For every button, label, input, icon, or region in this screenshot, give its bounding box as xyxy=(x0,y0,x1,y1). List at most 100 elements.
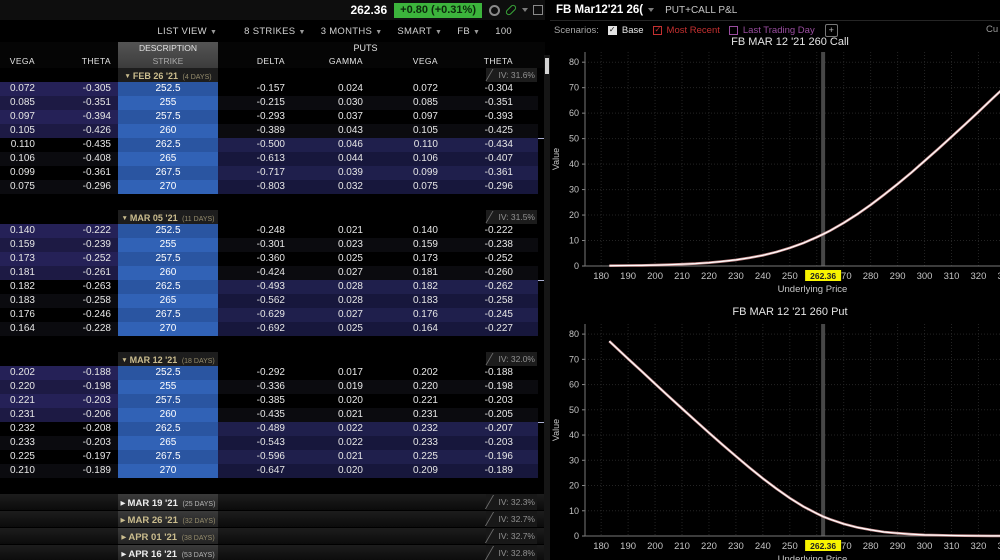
expand-icon[interactable] xyxy=(533,5,543,15)
option-row[interactable]: 0.085 -0.351 255 -0.215 0.030 0.085 -0.351 xyxy=(0,96,545,110)
strike-cell[interactable]: 252.5 xyxy=(118,366,218,380)
strike-cell[interactable]: 255 xyxy=(118,96,218,110)
strike-cell[interactable]: 260 xyxy=(118,124,218,138)
exchange-dropdown[interactable]: SMART ▼ xyxy=(397,26,442,37)
option-row[interactable]: 0.110 -0.435 262.5 -0.500 0.046 0.110 -0.434 xyxy=(0,138,545,152)
option-row[interactable]: 0.181 -0.261 260 -0.424 0.027 0.181 -0.260 xyxy=(0,266,545,280)
option-row[interactable]: 0.173 -0.252 257.5 -0.360 0.025 0.173 -0.252 xyxy=(0,252,545,266)
months-dropdown[interactable]: 3 MONTHS ▼ xyxy=(321,26,383,37)
strike-cell[interactable]: 270 xyxy=(118,322,218,336)
strike-cell[interactable]: 267.5 xyxy=(118,450,218,464)
chevron-down-icon: ▼ xyxy=(435,28,443,36)
expiry-group-header[interactable]: ▼ MAR 12 '21 (18 DAYS) IV: 32.0% xyxy=(0,352,545,366)
svg-text:180: 180 xyxy=(593,271,609,282)
expiry-group-label[interactable]: ▼ FEB 26 '21 (4 DAYS) xyxy=(118,68,218,82)
option-row[interactable]: 0.233 -0.203 265 -0.543 0.022 0.233 -0.203 xyxy=(0,436,545,450)
strikes-dropdown[interactable]: 8 STRIKES ▼ xyxy=(244,26,306,37)
greek-cell: 0.020 xyxy=(300,394,377,408)
expiry-group-header[interactable]: ▼ MAR 05 '21 (11 DAYS) IV: 31.5% xyxy=(0,210,545,224)
contract-selector[interactable]: FB Mar12'21 26( xyxy=(556,4,643,16)
gear-icon[interactable] xyxy=(489,4,500,16)
expiry-group-label[interactable]: ▶ APR 01 '21 (38 DAYS) xyxy=(118,528,218,544)
greek-cell: -0.222 xyxy=(452,224,538,238)
strike-cell[interactable]: 252.5 xyxy=(118,82,218,96)
strike-cell[interactable]: 255 xyxy=(118,380,218,394)
option-row[interactable]: 0.225 -0.197 267.5 -0.596 0.021 0.225 -0.196 xyxy=(0,450,545,464)
chevron-down-icon[interactable] xyxy=(522,8,528,12)
expiry-group-label[interactable]: ▶ APR 16 '21 (53 DAYS) xyxy=(118,545,218,560)
symbol-dropdown[interactable]: FB ▼ xyxy=(457,26,480,37)
option-row[interactable]: 0.072 -0.305 252.5 -0.157 0.024 0.072 -0.304 xyxy=(0,82,545,96)
list-view-dropdown[interactable]: LIST VIEW ▼ xyxy=(157,26,217,37)
option-row[interactable]: 0.210 -0.189 270 -0.647 0.020 0.209 -0.189 xyxy=(0,464,545,478)
strike-cell[interactable]: 262.5 xyxy=(118,280,218,294)
strike-cell[interactable]: 265 xyxy=(118,152,218,166)
expiry-group-header[interactable]: ▼ FEB 26 '21 (4 DAYS) IV: 31.6% xyxy=(0,68,545,82)
strike-cell[interactable]: 265 xyxy=(118,436,218,450)
option-row[interactable]: 0.106 -0.408 265 -0.613 0.044 0.106 -0.407 xyxy=(0,152,545,166)
option-row[interactable]: 0.075 -0.296 270 -0.803 0.032 0.075 -0.296 xyxy=(0,180,545,194)
strike-cell[interactable]: 257.5 xyxy=(118,110,218,124)
greek-cell: 0.182 xyxy=(0,280,47,294)
strike-cell[interactable]: 267.5 xyxy=(118,166,218,180)
option-row[interactable]: 0.164 -0.228 270 -0.692 0.025 0.164 -0.227 xyxy=(0,322,545,336)
greek-cell: -0.562 xyxy=(218,294,300,308)
col-header-calls-theta[interactable]: THETA xyxy=(47,55,118,68)
option-row[interactable]: 0.140 -0.222 252.5 -0.248 0.021 0.140 -0.222 xyxy=(0,224,545,238)
greek-cell: -0.245 xyxy=(452,308,538,322)
option-row[interactable]: 0.097 -0.394 257.5 -0.293 0.037 0.097 -0.393 xyxy=(0,110,545,124)
chevron-down-icon: ▼ xyxy=(121,357,128,364)
option-row[interactable]: 0.099 -0.361 267.5 -0.717 0.039 0.099 -0.361 xyxy=(0,166,545,180)
col-header-puts-delta[interactable]: DELTA xyxy=(218,55,300,68)
strike-cell[interactable]: 267.5 xyxy=(118,308,218,322)
option-row[interactable]: 0.220 -0.198 255 -0.336 0.019 0.220 -0.198 xyxy=(0,380,545,394)
option-row[interactable]: 0.159 -0.239 255 -0.301 0.023 0.159 -0.238 xyxy=(0,238,545,252)
expiry-group-collapsed-row[interactable]: ▶ MAR 26 '21 (32 DAYS) IV: 32.7% xyxy=(0,511,545,527)
link-icon[interactable] xyxy=(504,3,518,17)
option-row[interactable]: 0.221 -0.203 257.5 -0.385 0.020 0.221 -0.203 xyxy=(0,394,545,408)
expiry-group-collapsed-row[interactable]: ▶ APR 16 '21 (53 DAYS) IV: 32.8% xyxy=(0,545,545,560)
option-row[interactable]: 0.176 -0.246 267.5 -0.629 0.027 0.176 -0.245 xyxy=(0,308,545,322)
col-header-puts-gamma[interactable]: GAMMA xyxy=(300,55,377,68)
option-row[interactable]: 0.105 -0.426 260 -0.389 0.043 0.105 -0.425 xyxy=(0,124,545,138)
strike-cell[interactable]: 252.5 xyxy=(118,224,218,238)
greek-cell: 0.176 xyxy=(377,308,452,322)
option-row[interactable]: 0.202 -0.188 252.5 -0.292 0.017 0.202 -0.188 xyxy=(0,366,545,380)
svg-text:10: 10 xyxy=(569,236,579,246)
strike-cell[interactable]: 260 xyxy=(118,408,218,422)
scrollbar-thumb[interactable] xyxy=(545,58,549,74)
option-row[interactable]: 0.183 -0.258 265 -0.562 0.028 0.183 -0.258 xyxy=(0,294,545,308)
col-header-puts-theta[interactable]: THETA xyxy=(452,55,538,68)
expiry-group-label[interactable]: ▶ MAR 26 '21 (32 DAYS) xyxy=(118,511,218,527)
chevron-down-icon[interactable] xyxy=(648,8,655,12)
implied-volatility-badge: IV: 31.6% xyxy=(486,68,537,82)
expiry-group-collapsed-row[interactable]: ▶ APR 01 '21 (38 DAYS) IV: 32.7% xyxy=(0,528,545,544)
strike-cell[interactable]: 262.5 xyxy=(118,138,218,152)
greek-cell: 0.209 xyxy=(377,464,452,478)
col-header-puts-vega[interactable]: VEGA xyxy=(377,55,452,68)
strike-cell[interactable]: 255 xyxy=(118,238,218,252)
strike-cell[interactable]: 265 xyxy=(118,294,218,308)
chevron-down-icon: ▼ xyxy=(124,73,131,80)
strike-cell[interactable]: 260 xyxy=(118,266,218,280)
option-row[interactable]: 0.182 -0.263 262.5 -0.493 0.028 0.182 -0.262 xyxy=(0,280,545,294)
option-row[interactable]: 0.232 -0.208 262.5 -0.489 0.022 0.232 -0.207 xyxy=(0,422,545,436)
svg-text:280: 280 xyxy=(863,541,879,552)
greek-cell: -0.258 xyxy=(452,294,538,308)
expiry-group-collapsed-row[interactable]: ▶ MAR 19 '21 (25 DAYS) IV: 32.3% xyxy=(0,494,545,510)
expiry-group-label[interactable]: ▶ MAR 19 '21 (25 DAYS) xyxy=(118,494,218,510)
strike-cell[interactable]: 262.5 xyxy=(118,422,218,436)
greek-cell: 0.072 xyxy=(377,82,452,96)
option-row[interactable]: 0.231 -0.206 260 -0.435 0.021 0.231 -0.205 xyxy=(0,408,545,422)
strike-cell[interactable]: 270 xyxy=(118,464,218,478)
greek-cell: -0.489 xyxy=(218,422,300,436)
col-header-calls-vega[interactable]: VEGA xyxy=(0,55,47,68)
expiry-group-label[interactable]: ▼ MAR 05 '21 (11 DAYS) xyxy=(118,210,218,224)
strike-cell[interactable]: 270 xyxy=(118,180,218,194)
expiry-group-label[interactable]: ▼ MAR 12 '21 (18 DAYS) xyxy=(118,352,218,366)
greek-cell: 0.164 xyxy=(377,322,452,336)
greek-cell: -0.543 xyxy=(218,436,300,450)
greek-cell: 0.020 xyxy=(300,464,377,478)
strike-cell[interactable]: 257.5 xyxy=(118,252,218,266)
strike-cell[interactable]: 257.5 xyxy=(118,394,218,408)
